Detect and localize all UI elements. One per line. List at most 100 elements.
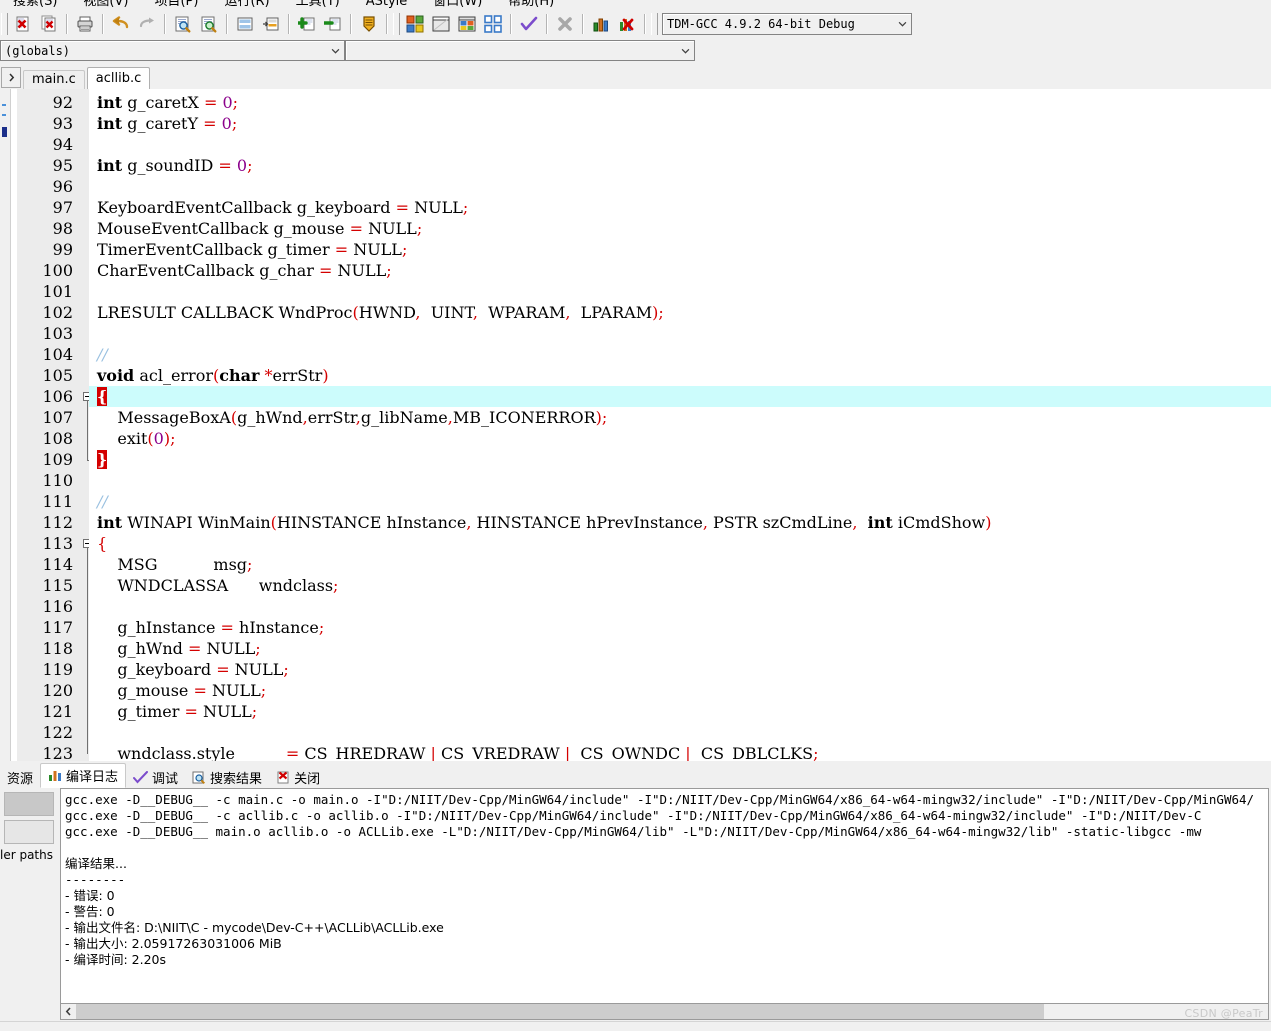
editor-tab-acllib-c[interactable]: acllib.c <box>86 67 151 89</box>
menu-item-1[interactable]: 视图(V) <box>70 0 141 10</box>
find-button[interactable] <box>171 13 195 36</box>
tab-resources[interactable]: 资源 <box>0 766 41 788</box>
code-token: g_caretY <box>122 114 204 133</box>
line-number: 114 <box>42 555 73 574</box>
code-token: ; <box>386 261 392 280</box>
line-number: 109 <box>42 450 73 469</box>
code-editor[interactable]: 92 93 94 95 96 97 98 99 100 101 102 103 104 105 106 107… <box>0 89 1271 761</box>
code-line[interactable]: g_mouse = NULL; <box>97 680 266 701</box>
code-line[interactable]: int g_soundID = 0; <box>97 155 252 176</box>
code-text-area[interactable]: int g_caretX = 0; int g_caretY = 0; int g… <box>89 89 1271 761</box>
menu-item-7[interactable]: 帮助(H) <box>495 0 567 10</box>
code-line[interactable] <box>97 470 102 491</box>
rebuild-all-button[interactable] <box>481 13 505 36</box>
toolbar-grip-3[interactable] <box>651 13 658 35</box>
scroll-left-button[interactable] <box>61 1004 76 1019</box>
goto-line-button[interactable] <box>233 13 257 36</box>
scrollbar-thumb[interactable] <box>76 1004 1044 1019</box>
code-token: NULL <box>206 681 261 700</box>
code-token: ) <box>322 366 329 385</box>
code-line[interactable]: TimerEventCallback g_timer = NULL; <box>97 239 407 260</box>
member-select[interactable] <box>345 40 695 61</box>
option-row-2[interactable] <box>4 820 54 844</box>
redo-button[interactable] <box>135 13 159 36</box>
toolbar-grip[interactable] <box>1 13 8 35</box>
menu-item-2[interactable]: 项目(P) <box>141 0 211 10</box>
goto-function-button[interactable] <box>259 13 283 36</box>
menu-item-4[interactable]: 工具(T) <box>283 0 353 10</box>
code-line[interactable]: MSG msg; <box>97 554 252 575</box>
code-line[interactable]: { <box>97 533 107 554</box>
code-line[interactable] <box>97 722 102 743</box>
profile-button[interactable] <box>589 13 613 36</box>
code-line[interactable]: MessageBoxA(g_hWnd,errStr,g_libName,MB_I… <box>97 407 607 428</box>
compile-run-button[interactable] <box>455 13 479 36</box>
print-button[interactable] <box>73 13 97 36</box>
menu-item-3[interactable]: 运行(R) <box>211 0 282 10</box>
code-line[interactable]: // <box>97 491 108 512</box>
code-line[interactable]: g_keyboard = NULL; <box>97 659 288 680</box>
code-token: NULL <box>197 702 252 721</box>
stop-execution-button[interactable] <box>553 13 577 36</box>
code-token: g_keyboard <box>97 660 217 679</box>
code-line[interactable]: KeyboardEventCallback g_keyboard = NULL; <box>97 197 468 218</box>
project-options-button[interactable] <box>357 13 381 36</box>
code-line[interactable]: // <box>97 344 108 365</box>
code-token: ; <box>658 303 664 322</box>
code-line[interactable]: g_hWnd = NULL; <box>97 638 260 659</box>
code-line[interactable]: void acl_error(char *errStr) <box>97 365 329 386</box>
code-token: acl_error <box>134 366 213 385</box>
code-line[interactable]: wndclass.style = CS_HREDRAW | CS_VREDRAW… <box>97 743 818 761</box>
run-button[interactable] <box>429 13 453 36</box>
code-line[interactable] <box>97 281 102 302</box>
compiler-select[interactable]: TDM-GCC 4.9.2 64-bit Debug <box>662 13 912 35</box>
line-number: 98 <box>52 219 73 238</box>
replace-button[interactable] <box>197 13 221 36</box>
tab-close[interactable]: 关闭 <box>269 766 328 788</box>
code-line[interactable] <box>97 323 102 344</box>
code-line[interactable]: exit(0); <box>97 428 175 449</box>
tab-compile-log[interactable]: 编译日志 <box>40 763 127 788</box>
compile-log-view[interactable]: gcc.exe -D__DEBUG__ -c main.c -o main.o … <box>60 788 1269 1013</box>
close-file-button[interactable] <box>11 13 35 36</box>
code-line[interactable]: g_hInstance = hInstance; <box>97 617 324 638</box>
code-line[interactable]: MouseEventCallback g_mouse = NULL; <box>97 218 422 239</box>
code-line[interactable]: CharEventCallback g_char = NULL; <box>97 260 392 281</box>
line-number: 111 <box>42 492 73 511</box>
code-line[interactable] <box>97 596 102 617</box>
menu-item-6[interactable]: 窗口(W) <box>420 0 495 10</box>
tab-scroll-right-button[interactable] <box>1 67 21 88</box>
code-line[interactable]: } <box>97 449 108 470</box>
menu-item-5[interactable]: AStyle <box>353 0 421 10</box>
code-line[interactable]: LRESULT CALLBACK WndProc(HWND, UINT, WPA… <box>97 302 664 323</box>
code-line[interactable]: { <box>97 386 108 407</box>
code-token: int <box>97 156 123 175</box>
scope-select[interactable]: (globals) <box>0 40 345 61</box>
tab-search-results[interactable]: 搜索结果 <box>185 766 270 788</box>
remove-from-project-button[interactable] <box>321 13 345 36</box>
tab-debug[interactable]: 调试 <box>126 766 186 788</box>
menu-item-0[interactable]: 搜索(S) <box>0 0 70 10</box>
code-line[interactable]: g_timer = NULL; <box>97 701 257 722</box>
code-line[interactable]: int WINAPI WinMain(HINSTANCE hInstance, … <box>97 512 991 533</box>
code-line[interactable]: int g_caretX = 0; <box>97 92 238 113</box>
undo-button[interactable] <box>109 13 133 36</box>
code-token: = <box>218 156 232 175</box>
compile-button[interactable] <box>403 13 427 36</box>
bottom-panel-body: ler paths gcc.exe -D__DEBUG__ -c main.c … <box>0 788 1271 1013</box>
bar-chart-icon <box>593 18 608 32</box>
add-to-project-button[interactable] <box>295 13 319 36</box>
compile-log-icon <box>48 769 62 782</box>
close-all-button[interactable] <box>37 13 61 36</box>
compile-log-text: gcc.exe -D__DEBUG__ -c main.c -o main.o … <box>65 792 1268 968</box>
delete-profile-button[interactable] <box>615 13 639 36</box>
toolbar-grip-2[interactable] <box>393 13 400 35</box>
option-row-1[interactable] <box>4 792 54 816</box>
log-horizontal-scrollbar[interactable] <box>60 1003 1269 1020</box>
code-line[interactable]: int g_caretY = 0; <box>97 113 237 134</box>
code-line[interactable] <box>97 176 102 197</box>
syntax-check-button[interactable] <box>517 13 541 36</box>
code-line[interactable] <box>97 134 102 155</box>
code-line[interactable]: WNDCLASSA wndclass; <box>97 575 338 596</box>
editor-tab-main-c[interactable]: main.c <box>23 70 85 89</box>
